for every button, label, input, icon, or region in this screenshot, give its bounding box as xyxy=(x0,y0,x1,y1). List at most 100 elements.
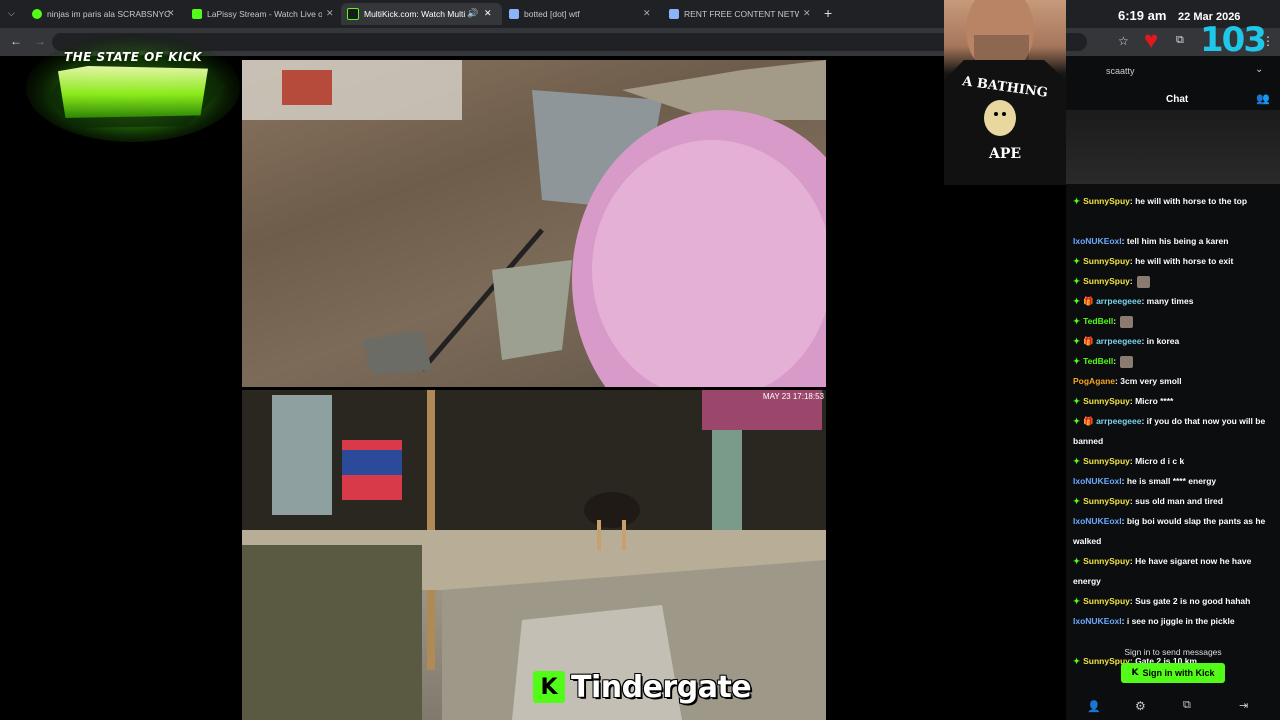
chat-username[interactable]: PogAgane xyxy=(1073,376,1115,386)
subscriber-badge-icon: ✦ xyxy=(1073,416,1081,426)
chat-username[interactable]: TedBell xyxy=(1083,356,1113,366)
chat-text: many times xyxy=(1146,296,1194,306)
chat-text: in korea xyxy=(1146,336,1180,346)
close-icon[interactable]: ✕ xyxy=(326,8,334,19)
chat-username[interactable]: SunnySpuy xyxy=(1083,276,1130,286)
kick-logo-icon: K xyxy=(533,671,565,703)
chat-channel-name[interactable]: scaatty xyxy=(1106,66,1135,76)
subscriber-badge-icon: ✦ xyxy=(1073,396,1081,406)
gear-icon[interactable]: ⚙ xyxy=(1135,699,1146,713)
close-icon[interactable]: ✕ xyxy=(167,8,175,19)
sign-in-button[interactable]: K Sign in with Kick xyxy=(1121,663,1225,683)
chat-username[interactable]: SunnySpuy xyxy=(1083,456,1130,466)
tab-search-chevron-icon[interactable]: ⌵ xyxy=(8,8,15,19)
sign-in-prompt: Sign in to send messages xyxy=(1124,647,1222,657)
logo-kick-glyphs xyxy=(58,66,208,118)
chat-username[interactable]: arrpeegeee xyxy=(1096,296,1141,306)
stream-video-top[interactable] xyxy=(242,60,826,387)
chat-message: ✦ SunnySpuy: Sus gate 2 is no good hahah xyxy=(1073,591,1273,611)
emote-icon xyxy=(1120,315,1134,328)
chat-message: IxoNUKEoxI: i see no jiggle in the pickl… xyxy=(1073,611,1273,631)
chat-message: PogAgane: 3cm very smoll xyxy=(1073,371,1273,391)
chat-username[interactable]: SunnySpuy xyxy=(1083,496,1130,506)
chat-username[interactable]: SunnySpuy xyxy=(1083,556,1130,566)
subscriber-badge-icon: ✦ xyxy=(1073,356,1081,366)
chat-title: Chat xyxy=(1166,94,1189,105)
close-icon[interactable]: ✕ xyxy=(643,8,651,19)
chat-username[interactable]: IxoNUKEoxI xyxy=(1073,616,1122,626)
tab-4-label: botted [dot] wtf xyxy=(524,9,580,19)
close-icon[interactable]: ✕ xyxy=(484,8,492,19)
chat-message: ✦ SunnySpuy: he will with horse to exit xyxy=(1073,251,1273,271)
chat-message: IxoNUKEoxI: tell him his being a karen xyxy=(1073,231,1273,251)
subscriber-badge-icon: ✦ xyxy=(1073,556,1081,566)
gift-badge-icon: 🎁 xyxy=(1083,296,1097,306)
chat-text: i see no jiggle in the pickle xyxy=(1126,616,1235,626)
close-icon[interactable]: ✕ xyxy=(803,8,811,19)
video-timestamp: MAY 23 17:18:53 xyxy=(762,392,824,401)
chat-text: 3cm very smoll xyxy=(1120,376,1182,386)
chat-username[interactable]: IxoNUKEoxI xyxy=(1073,236,1122,246)
chat-username[interactable]: SunnySpuy xyxy=(1083,396,1130,406)
exit-icon[interactable]: ⇥ xyxy=(1239,699,1248,712)
chat-text: Micro **** xyxy=(1135,396,1174,406)
chat-message: ✦ 🎁 arrpeegeee: many times xyxy=(1073,291,1273,311)
video-top-scene xyxy=(242,60,826,387)
chat-username[interactable]: IxoNUKEoxI xyxy=(1073,476,1122,486)
sign-in-button-label: Sign in with Kick xyxy=(1142,668,1215,678)
tab-5[interactable]: RENT FREE CONTENT NETWOR xyxy=(665,3,799,25)
popout-icon[interactable]: ⧉ xyxy=(1183,699,1191,712)
chat-background-strip xyxy=(1066,110,1280,184)
chat-text: Micro d i c k xyxy=(1135,456,1185,466)
chat-message: ✦ SunnySpuy: xyxy=(1073,271,1273,291)
chat-username[interactable]: SunnySpuy xyxy=(1083,596,1130,606)
chat-username[interactable]: arrpeegeee xyxy=(1096,336,1141,346)
chat-separator: : xyxy=(1129,276,1136,286)
emote-icon xyxy=(1137,275,1151,288)
chat-message: ✦ SunnySpuy: Micro **** xyxy=(1073,391,1273,411)
users-icon[interactable]: 👥 xyxy=(1256,92,1270,105)
page-icon xyxy=(669,9,679,19)
caption-overlay: K Tindergate xyxy=(533,669,752,705)
chat-message: ✦ SunnySpuy: Micro d i c k xyxy=(1073,451,1273,471)
caption-text: Tindergate xyxy=(571,669,752,705)
chat-message: ✦ SunnySpuy: He have sigaret now he have … xyxy=(1073,551,1273,591)
webcam-feed: A BATHING APE xyxy=(944,0,1066,185)
chat-username[interactable]: IxoNUKEoxI xyxy=(1073,516,1122,526)
subscriber-badge-icon: ✦ xyxy=(1073,456,1081,466)
subscriber-badge-icon: ✦ xyxy=(1073,336,1081,346)
shirt-text-bottom: APE xyxy=(988,146,1022,162)
chat-header-area: scaatty ⌄ Chat 👥 xyxy=(1066,0,1280,185)
chat-username[interactable]: TedBell xyxy=(1083,316,1113,326)
chat-text: Sus gate 2 is no good hahah xyxy=(1135,596,1251,606)
chat-separator: : xyxy=(1113,316,1119,326)
tab-1-label: ninjas im paris ala SCRABSNYC xyxy=(47,9,171,19)
chat-username[interactable]: SunnySpuy xyxy=(1083,196,1130,206)
tab-4[interactable]: botted [dot] wtf xyxy=(505,3,639,25)
subscriber-badge-icon: ✦ xyxy=(1073,656,1081,666)
chat-text: he will with horse to exit xyxy=(1135,256,1234,266)
add-user-icon[interactable]: 👤 xyxy=(1087,700,1101,713)
back-arrow-icon[interactable]: ← xyxy=(10,34,22,48)
chat-message: IxoNUKEoxI: he is small **** energy xyxy=(1073,471,1273,491)
kick-icon: K xyxy=(1131,668,1139,678)
mute-icon[interactable]: 🔊 xyxy=(467,8,478,19)
gift-badge-icon: 🎁 xyxy=(1083,416,1097,426)
tab-1[interactable]: ninjas im paris ala SCRABSNYC xyxy=(28,3,172,25)
chat-separator: : xyxy=(1113,356,1119,366)
chat-message: ✦ SunnySpuy: he will with horse to the to… xyxy=(1073,191,1273,211)
page-icon xyxy=(509,9,519,19)
subscriber-badge-icon: ✦ xyxy=(1073,496,1081,506)
chevron-down-icon[interactable]: ⌄ xyxy=(1255,64,1263,75)
chat-message: ✦ SunnySpuy: sus old man and tired xyxy=(1073,491,1273,511)
tab-2[interactable]: LaPissy Stream - Watch Live on xyxy=(188,3,322,25)
subscriber-badge-icon: ✦ xyxy=(1073,276,1081,286)
chat-message: ✦ TedBell: xyxy=(1073,311,1273,331)
chat-text: tell him his being a karen xyxy=(1126,236,1229,246)
kick-icon xyxy=(32,9,42,19)
new-tab-button[interactable]: + xyxy=(824,5,832,21)
state-of-kick-logo: THE STATE OF KICK xyxy=(26,26,240,142)
chat-username[interactable]: SunnySpuy xyxy=(1083,256,1130,266)
chat-username[interactable]: arrpeegeee xyxy=(1096,416,1141,426)
subscriber-badge-icon: ✦ xyxy=(1073,196,1081,206)
